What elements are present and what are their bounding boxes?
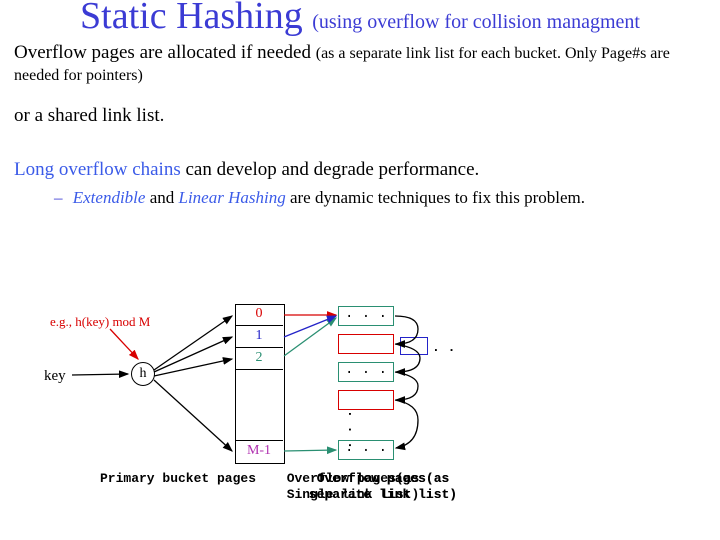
dots1: . . . [345,306,387,322]
slot-2: 2 [235,348,283,370]
title-sub: (using overflow for collision managment [312,11,640,33]
para-3: Long overflow chains can develop and deg… [14,159,700,181]
slot-0: 0 [235,304,283,326]
bullet-line: – Extendible and Linear Hashing are dyna… [54,188,720,208]
bullet-term1: Extendible [73,188,146,207]
bullet-term2: Linear Hashing [179,188,286,207]
caption-primary: Primary bucket pages [88,471,268,487]
h-text: h [140,366,147,381]
hashing-diagram: e.g., h(key) mod M key h 0 1 2 M-1 . . .… [0,304,720,524]
key-label: key [44,368,66,385]
ov-box-4 [338,390,394,410]
ov-box-2b [400,337,428,355]
example-label: e.g., h(key) mod M [50,314,150,330]
hash-node: h [131,362,155,386]
p3-highlight: Long overflow chains [14,159,181,180]
caption-ov2: Overflow pages(as separate link list) [298,471,468,502]
para-2: or a shared link list. [14,105,700,127]
p1-main: Overflow pages are allocated if needed [14,42,316,63]
slot-1: 1 [235,326,283,348]
dash-icon: – [54,188,63,207]
para-1: Overflow pages are allocated if needed (… [14,42,700,87]
slot-last: M-1 [235,440,283,462]
dots3a: . . . [345,362,387,378]
ov-box-1: . . . [338,306,394,326]
p3-rest: can develop and degrade performance. [181,159,480,180]
bullet-mid: and [145,188,178,207]
title-main: Static Hashing [80,0,303,37]
vdots: . . . [345,410,360,449]
bullet-tail: are dynamic techniques to fix this probl… [286,188,585,207]
dots-right: . . [432,340,455,355]
ov-box-3: . . . [338,362,394,382]
slide-title: Static Hashing (using overflow for colli… [0,0,720,38]
ov-box-2 [338,334,394,354]
